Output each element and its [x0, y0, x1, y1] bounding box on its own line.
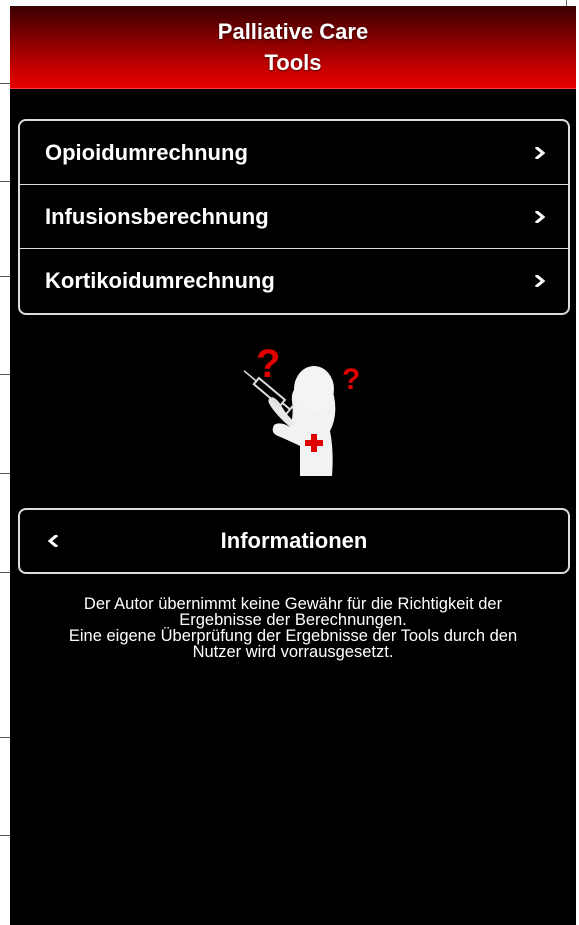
gutter-rule — [0, 835, 10, 836]
app-screen: Palliative Care Tools Opioidumrechnung I… — [10, 6, 576, 925]
tools-menu: Opioidumrechnung Infusionsberechnung Kor… — [18, 119, 570, 315]
header-title-line-2: Tools — [264, 50, 322, 75]
informationen-button[interactable]: Informationen — [18, 508, 570, 574]
chevron-right-icon — [534, 146, 546, 159]
gutter-rule — [0, 276, 10, 277]
menu-item-kortikoidumrechnung[interactable]: Kortikoidumrechnung — [20, 249, 568, 313]
gutter-rule — [0, 737, 10, 738]
disclaimer-line: Nutzer wird vorrausgesetzt. — [192, 643, 394, 661]
gutter-rule — [0, 83, 10, 84]
disclaimer-line: Der Autor übernimmt keine Gewähr für die… — [83, 595, 503, 613]
question-mark: ? — [342, 363, 360, 396]
disclaimer-text: Der Autor übernimmt keine Gewähr für die… — [14, 595, 572, 661]
disclaimer-line: Ergebnisse der Berechnungen. — [179, 611, 407, 629]
chevron-right-icon — [534, 210, 546, 223]
question-mark: ? — [256, 342, 280, 386]
informationen-label: Informationen — [220, 528, 368, 553]
menu-item-label: Kortikoidumrechnung — [45, 268, 275, 293]
chevron-left-icon — [47, 535, 59, 547]
menu-item-infusionsberechnung[interactable]: Infusionsberechnung — [20, 185, 568, 249]
chevron-right-icon — [534, 275, 546, 287]
menu-item-label: Infusionsberechnung — [45, 203, 269, 229]
gutter-rule — [0, 473, 10, 474]
gutter-rule — [0, 374, 10, 375]
menu-item-label: Opioidumrechnung — [45, 139, 248, 165]
menu-item-opioidumrechnung[interactable]: Opioidumrechnung — [20, 121, 568, 185]
gutter-rule — [0, 181, 10, 182]
gutter-rule — [0, 572, 10, 573]
disclaimer-line: Eine eigene Überprüfung der Ergebnisse d… — [68, 627, 518, 645]
header-title-line-1: Palliative Care — [217, 19, 369, 44]
app-header: Palliative Care Tools — [10, 6, 576, 89]
confused-figure-with-syringe-icon: ? ? — [243, 342, 360, 476]
